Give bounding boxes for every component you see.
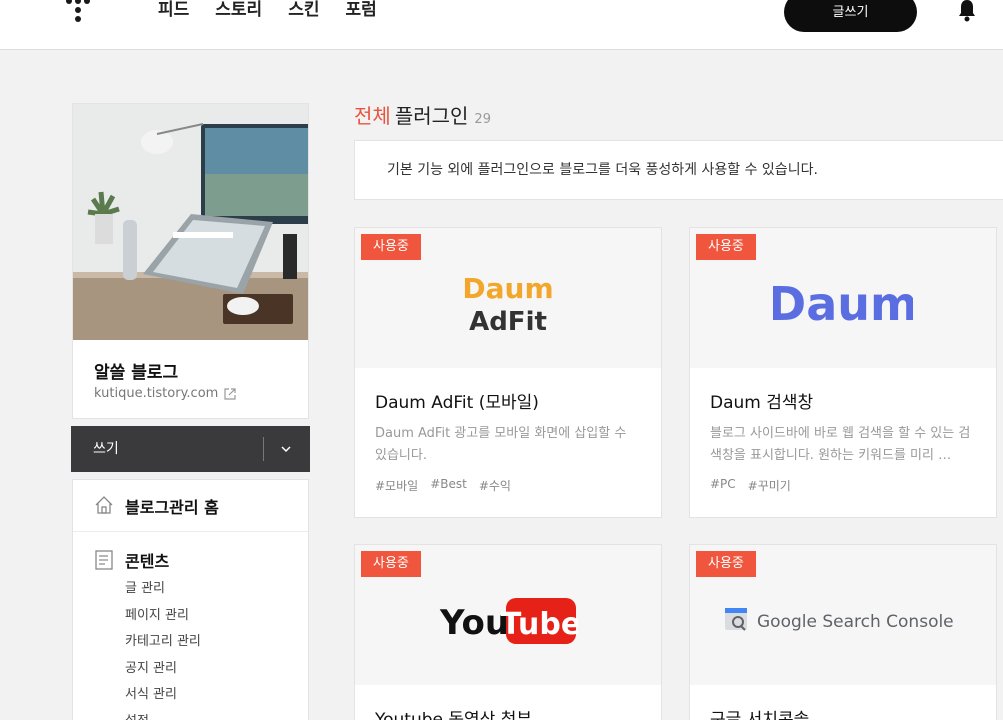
contents-submenu: 글 관리 페이지 관리 카테고리 관리 공지 관리 서식 관리 설정 [73, 578, 308, 720]
plugin-count: 29 [474, 112, 491, 127]
plugin-description: Daum AdFit 광고를 모바일 화면에 삽입할 수 있습니다. [375, 426, 627, 463]
plugin-card-google-search-console[interactable]: 사용중 Google Search Console 구글 서치콘솔 [689, 544, 997, 720]
page-title-accent: 전체 [354, 104, 391, 128]
blog-profile-card: 알쓸 블로그 kutique.tistory.com [72, 103, 309, 419]
daum-logo-icon: Daum [773, 277, 913, 331]
daum-logo: Daum [690, 248, 996, 358]
write-post-button[interactable]: 글쓰기 [784, 0, 917, 32]
plugin-tag[interactable]: #Best [430, 477, 467, 494]
youtube-logo-icon: You Tube [439, 598, 578, 644]
chevron-down-icon[interactable] [279, 442, 293, 456]
youtube-logo-you: You [439, 603, 509, 643]
plugin-title: Daum 검색창 [710, 393, 814, 413]
adfit-logo-top-text: Daum [462, 272, 553, 305]
plugin-tag[interactable]: #모바일 [375, 477, 418, 494]
nav-forum[interactable]: 포럼 [345, 0, 376, 24]
page-title: 전체 플러그인 29 [354, 100, 491, 129]
plugin-title: Daum AdFit (모바일) [375, 393, 539, 413]
plugin-card-youtube[interactable]: 사용중 You Tube Youtube 동영상 첨부 [354, 544, 662, 720]
external-link-icon [224, 387, 236, 400]
write-dropdown-bar[interactable]: 쓰기 [71, 426, 310, 472]
menu-contents-label: 콘텐츠 [125, 552, 170, 571]
submenu-settings[interactable]: 설정 [125, 711, 308, 720]
plugin-card-hero: 사용중 Daum AdFit [355, 228, 661, 368]
plugin-tags: #PC #꾸미기 [710, 477, 976, 494]
plugin-card-hero: 사용중 Daum [690, 228, 996, 368]
daum-adfit-logo-icon: Daum AdFit [462, 272, 553, 337]
tistory-logo-icon[interactable] [64, 0, 96, 26]
admin-side-menu: 블로그관리 홈 콘텐츠 글 관리 페이지 관리 카테고리 관리 공지 관리 서식… [72, 479, 309, 720]
main-nav: 피드 스토리 스킨 포럼 [158, 0, 377, 24]
daum-logo-text: Daum [773, 277, 913, 331]
google-search-console-logo-icon: Google Search Console [725, 608, 954, 632]
blog-cover-image [73, 104, 308, 340]
adfit-logo-bottom-text: AdFit [469, 307, 547, 337]
nav-feed[interactable]: 피드 [158, 0, 189, 24]
plugin-tag[interactable]: #꾸미기 [748, 477, 791, 494]
write-bar-label: 쓰기 [93, 441, 119, 457]
daum-adfit-logo: Daum AdFit [355, 248, 661, 358]
youtube-logo: You Tube [355, 565, 661, 675]
nav-skin[interactable]: 스킨 [288, 0, 319, 24]
home-icon [95, 496, 113, 514]
plugin-title: 구글 서치콘솔 [710, 710, 810, 720]
menu-admin-home[interactable]: 블로그관리 홈 [73, 480, 308, 532]
gsc-logo-text: Google Search Console [757, 612, 954, 632]
page-title-text: 플러그인 [394, 104, 469, 128]
plugin-card-body: Daum 검색창 블로그 사이드바에 바로 웹 검색을 할 수 있는 검색창을 … [690, 368, 996, 494]
plugin-card-daum-search[interactable]: 사용중 Daum Daum 검색창 블로그 사이드바에 바로 웹 검색을 할 수… [689, 227, 997, 518]
plugin-card-body: 구글 서치콘솔 [690, 685, 996, 720]
intro-banner: 기본 기능 외에 플러그인으로 블로그를 더욱 풍성하게 사용할 수 있습니다. [354, 140, 1003, 200]
plugin-description: 블로그 사이드바에 바로 웹 검색을 할 수 있는 검색창을 표시합니다. 원하… [710, 426, 971, 463]
nav-story[interactable]: 스토리 [215, 0, 262, 24]
youtube-logo-tube: Tube [501, 607, 578, 642]
write-post-button-label: 글쓰기 [832, 5, 869, 20]
submenu-category-manage[interactable]: 카테고리 관리 [125, 631, 308, 658]
blog-url-link[interactable]: kutique.tistory.com [94, 386, 236, 401]
plugin-title: Youtube 동영상 첨부 [375, 710, 532, 720]
plugin-card-body: Youtube 동영상 첨부 [355, 685, 661, 720]
write-bar-divider [263, 437, 264, 461]
plugin-tag[interactable]: #PC [710, 477, 736, 494]
bell-icon[interactable] [956, 0, 978, 22]
plugin-card-hero: 사용중 You Tube [355, 545, 661, 685]
plugin-card-daum-adfit[interactable]: 사용중 Daum AdFit Daum AdFit (모바일) Daum AdF… [354, 227, 662, 518]
blog-url-text: kutique.tistory.com [94, 386, 219, 401]
submenu-post-manage[interactable]: 글 관리 [125, 578, 308, 605]
submenu-template-manage[interactable]: 서식 관리 [125, 684, 308, 711]
blog-name[interactable]: 알쓸 블로그 [94, 358, 178, 383]
menu-contents-section[interactable]: 콘텐츠 [73, 532, 308, 578]
plugin-card-body: Daum AdFit (모바일) Daum AdFit 광고를 모바일 화면에 … [355, 368, 661, 494]
submenu-page-manage[interactable]: 페이지 관리 [125, 605, 308, 632]
top-navigation-bar: 피드 스토리 스킨 포럼 글쓰기 [0, 0, 1003, 50]
plugin-card-hero: 사용중 Google Search Console [690, 545, 996, 685]
menu-home-label: 블로그관리 홈 [125, 498, 219, 517]
submenu-notice-manage[interactable]: 공지 관리 [125, 658, 308, 685]
plugin-tags: #모바일 #Best #수익 [375, 477, 641, 494]
document-icon [95, 550, 113, 570]
plugin-tag[interactable]: #수익 [479, 477, 511, 494]
google-search-console-logo: Google Search Console [690, 565, 996, 675]
